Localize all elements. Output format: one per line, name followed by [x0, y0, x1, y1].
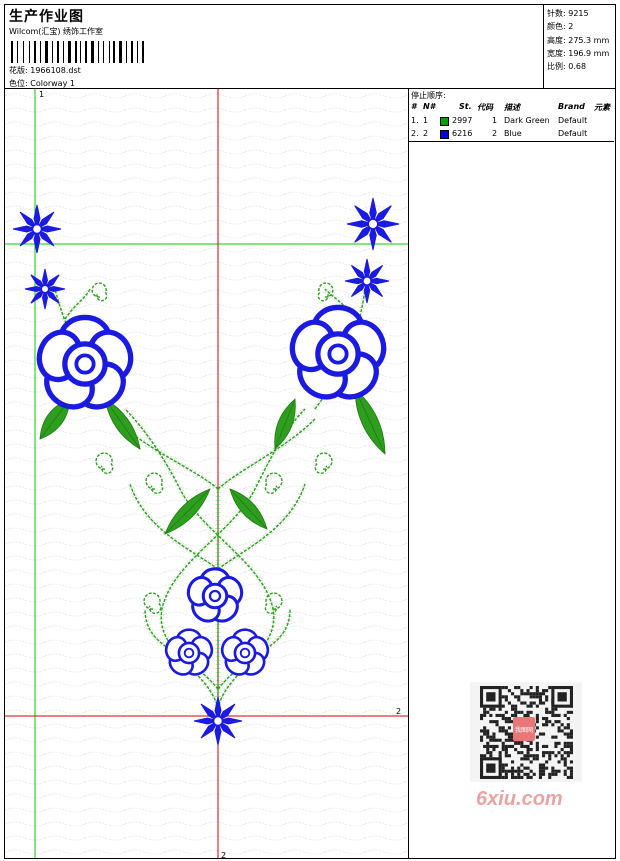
rose-core [183, 647, 195, 659]
studio-name: Wilcom(汇宝) 绣饰工作室 [9, 27, 104, 36]
qr-code-icon: 我图网 [470, 682, 582, 782]
col-stitch: St. [459, 102, 472, 111]
col-element: 元素 [594, 103, 610, 112]
star-center [32, 224, 42, 234]
row-description: Dark Green [504, 116, 550, 125]
design-scale: 比例: 0.68 [547, 62, 587, 72]
watermark: 6xiu.com [476, 788, 563, 810]
row-code: 1 [492, 116, 498, 125]
row-code: 2 [492, 129, 498, 138]
stats-panel: 针数: 9215 颜色: 2 高度: 275.3 mm 宽度: 196.9 mm… [543, 5, 617, 89]
color-count: 颜色: 2 [547, 22, 574, 32]
star-flower [346, 197, 400, 251]
row-index: 2. [411, 129, 419, 138]
rose-core [327, 343, 349, 365]
stitch-count: 针数: 9215 [547, 9, 589, 18]
row-number: 2 [423, 129, 429, 138]
rose-core [208, 589, 222, 603]
marker-1: 1 [39, 90, 44, 99]
thread-swatch [440, 130, 449, 139]
star-center [362, 276, 372, 286]
table-divider [409, 141, 614, 142]
table-header: # N# St. 代码 描述 Brand 元素 [409, 101, 614, 114]
col-index: # [411, 102, 417, 111]
embroidery-preview: 1 2 2 [5, 89, 408, 859]
col-number: N# [423, 102, 436, 111]
marker-2-right: 2 [396, 707, 401, 716]
star-flower [193, 696, 243, 746]
star-flower [344, 258, 390, 304]
row-stitch: 2997 [452, 116, 473, 125]
row-brand: Default [558, 129, 588, 138]
design-width: 宽度: 196.9 mm [547, 48, 610, 58]
col-brand: Brand [558, 102, 585, 111]
header: 生产作业图 Wilcom(汇宝) 绣饰工作室 花版: 1966108.dst 色… [4, 4, 617, 89]
row-description: Blue [504, 129, 522, 138]
design-canvas[interactable]: 1 2 2 [4, 88, 409, 859]
rose-core [74, 353, 96, 375]
thread-swatch [440, 117, 449, 126]
svg-text:我图网: 我图网 [515, 726, 533, 734]
table-row[interactable]: 2. 2 6216 2 Blue Default [409, 128, 614, 141]
row-number: 1 [423, 116, 429, 125]
stop-sequence-title: 停止顺序: [411, 91, 446, 100]
fabric-background [5, 89, 408, 858]
star-center [367, 218, 379, 230]
row-brand: Default [558, 116, 588, 125]
rose-core [239, 647, 251, 659]
design-file: 花版: 1966108.dst [9, 66, 81, 75]
design-height: 高度: 275.3 mm [547, 35, 610, 45]
table-row[interactable]: 1. 1 2997 1 Dark Green Default [409, 115, 614, 128]
star-center [40, 284, 50, 294]
col-description: 描述 [504, 103, 520, 112]
star-flower [12, 204, 62, 254]
row-index: 1. [411, 116, 419, 125]
row-stitch: 6216 [452, 129, 473, 138]
col-code: 代码 [477, 103, 493, 112]
star-center [213, 716, 223, 726]
marker-2-bottom: 2 [221, 851, 226, 859]
barcode-icon [11, 41, 144, 63]
star-flower [24, 268, 66, 310]
page-title: 生产作业图 [9, 9, 84, 25]
